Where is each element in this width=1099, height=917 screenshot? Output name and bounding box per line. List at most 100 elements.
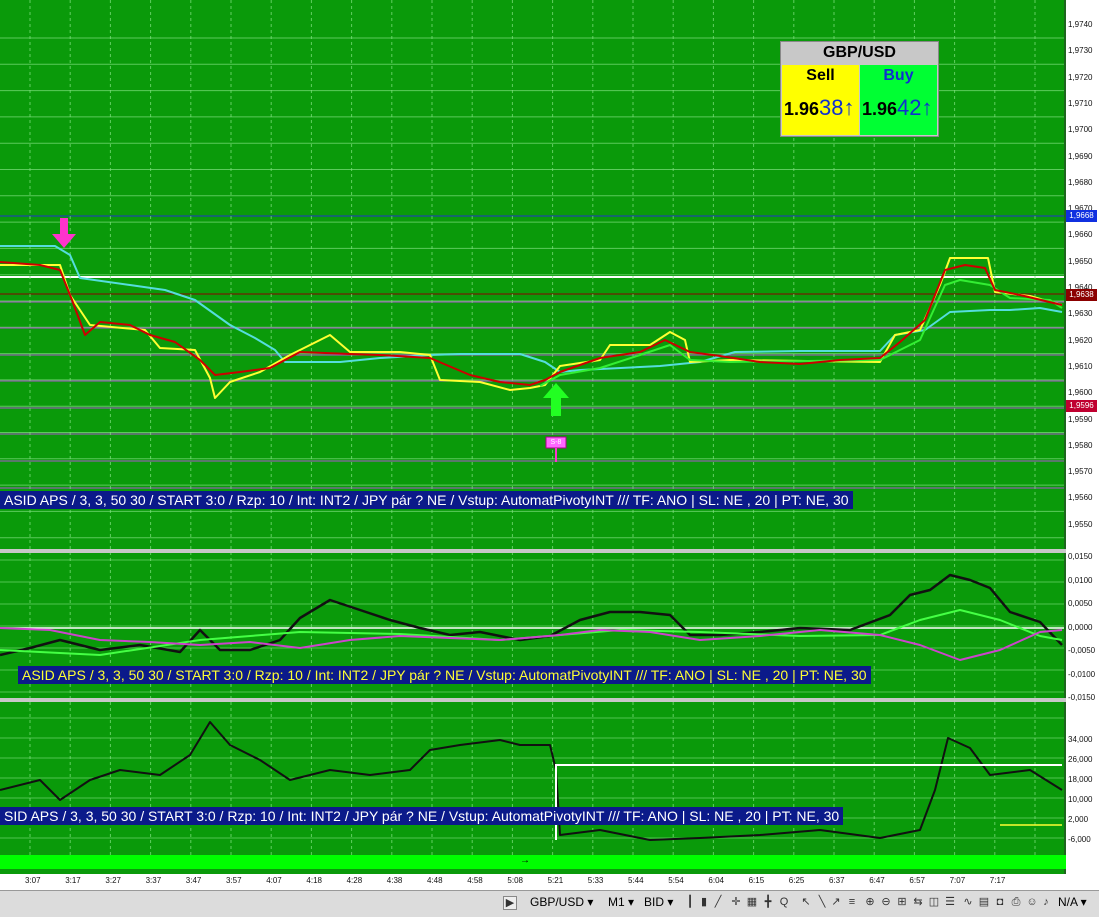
panel-separator xyxy=(0,698,1066,702)
strategy-info-bar-oscillator: ASID APS / 3, 3, 50 30 / START 3:0 / Rzp… xyxy=(18,666,871,684)
oscillator-axis-tick: 0,0150 xyxy=(1068,552,1093,561)
time-axis-tick: 3:47 xyxy=(185,876,202,885)
time-axis-tick: 3:37 xyxy=(145,876,162,885)
sell-quote-button[interactable]: Sell 1.9638↑ xyxy=(782,65,859,135)
properties-icon[interactable]: ☰ xyxy=(944,896,956,908)
trendline-icon[interactable]: ╲ xyxy=(816,896,828,908)
price-axis-tick: 1,9660 xyxy=(1068,230,1093,240)
zoom-tool-icon[interactable]: Q xyxy=(778,896,790,908)
price-axis-tick: 1,9630 xyxy=(1068,309,1093,319)
volume-axis-tick: 2,000 xyxy=(1068,815,1089,824)
time-axis: 3:07 3:17 3:27 3:37 3:47 3:57 4:07 4:18 4:28 4:38… xyxy=(0,874,1099,890)
measure-icon[interactable]: ╋ xyxy=(762,896,774,908)
time-axis-tick: 4:18 xyxy=(306,876,322,885)
price-axis-tick: 1,9560 xyxy=(1068,493,1093,503)
oscillator-magenta-line xyxy=(0,627,1063,661)
timeframe-selector[interactable]: M1 ▾ xyxy=(608,895,634,909)
oscillator-axis-tick: -0,0150 xyxy=(1068,693,1096,702)
time-axis-tick: 5:44 xyxy=(628,876,644,885)
alert-icon[interactable]: ♪ xyxy=(1040,896,1052,908)
time-axis-tick: 6:57 xyxy=(909,876,925,885)
price-series xyxy=(0,245,1063,841)
price-axis-tick: 1,9590 xyxy=(1068,414,1093,424)
volume-axis-tick: 26,000 xyxy=(1068,755,1093,764)
candle-icon[interactable]: ┃ xyxy=(684,896,696,908)
time-axis-tick: 4:58 xyxy=(467,876,483,885)
price-axis-tick: 1,9610 xyxy=(1068,361,1093,371)
price-axis-tick: 1,9710 xyxy=(1068,98,1093,108)
period-icon[interactable]: ◫ xyxy=(928,896,940,908)
indicator-icon[interactable]: ∿ xyxy=(962,896,974,908)
bottom-indicator-strip: → xyxy=(0,855,1066,869)
price-axis-tick: 1,9720 xyxy=(1068,72,1093,82)
time-axis-tick: 6:37 xyxy=(829,876,845,885)
volume-white-step-line xyxy=(555,764,1062,840)
price-axis-tick: 1,9680 xyxy=(1068,177,1093,187)
ray-icon[interactable]: ↗ xyxy=(830,896,842,908)
buy-signal-arrow-icon xyxy=(543,383,569,416)
buy-up-arrow-icon: ↑ xyxy=(921,95,933,120)
price-axis-tick: 1,9550 xyxy=(1068,519,1093,529)
time-axis-tick: 5:33 xyxy=(587,876,604,885)
time-axis-tick: 6:47 xyxy=(869,876,885,885)
oscillator-axis-tick: -0,0100 xyxy=(1068,669,1096,679)
time-axis-tick: 5:08 xyxy=(507,876,523,885)
pointer-icon[interactable]: ↖ xyxy=(800,896,812,908)
time-axis-tick: 4:07 xyxy=(266,876,282,885)
bar-chart-icon[interactable]: ▮ xyxy=(698,896,710,908)
template-icon[interactable]: ▤ xyxy=(978,896,990,908)
chart-toolbar: ▶ GBP/USD ▾ M1 ▾ BID ▾ ┃ ▮ ╱ ✛ ▦ ╋ Q ↖ ╲… xyxy=(0,890,1099,917)
price-axis-tick: 1,9650 xyxy=(1068,256,1093,266)
price-axis-tick: 1,9570 xyxy=(1068,467,1093,477)
oscillator-axis-tick: 0,0100 xyxy=(1068,575,1093,585)
time-axis-tick: 5:54 xyxy=(668,876,684,885)
price-tag-current: 1,9638 xyxy=(1066,289,1097,301)
time-axis-tick: 6:15 xyxy=(748,876,765,885)
time-axis-tick: 3:17 xyxy=(65,876,81,885)
time-axis-tick: 3:57 xyxy=(226,876,242,885)
time-axis-tick: 4:38 xyxy=(386,876,403,885)
time-axis-tick: 3:07 xyxy=(25,876,41,885)
signal-marker-label: S-8 xyxy=(550,439,562,446)
price-axis-tick: 1,9690 xyxy=(1068,151,1093,161)
buy-label: Buy xyxy=(883,67,914,84)
time-axis-tick: 6:25 xyxy=(788,876,805,885)
time-axis-tick: 4:48 xyxy=(427,876,443,885)
channel-icon[interactable]: ≡ xyxy=(846,896,858,908)
scroll-indicator-icon: → xyxy=(520,855,530,866)
screenshot-icon[interactable]: ◘ xyxy=(994,896,1006,908)
oscillator-axis-tick: 0,0050 xyxy=(1068,599,1093,608)
buy-price: 1.9642↑ xyxy=(862,95,933,120)
scroll-right-button[interactable]: ▶ xyxy=(503,896,517,910)
volume-axis-tick: 18,000 xyxy=(1068,775,1093,784)
crosshair-icon[interactable]: ✛ xyxy=(730,896,742,908)
volume-axis-tick: 34,000 xyxy=(1068,735,1093,744)
expert-icon[interactable]: ☺ xyxy=(1026,896,1038,908)
shift-icon[interactable]: ⇆ xyxy=(912,896,924,908)
grid-icon[interactable]: ▦ xyxy=(746,896,758,908)
price-line xyxy=(0,261,1063,386)
strategy-info-bar-volume: SID APS / 3, 3, 50 30 / START 3:0 / Rzp:… xyxy=(0,807,844,825)
price-axis-tick: 1,9700 xyxy=(1068,125,1093,135)
sell-up-arrow-icon: ↑ xyxy=(843,95,855,120)
time-axis-tick: 7:07 xyxy=(949,876,966,885)
na-selector[interactable]: N/A ▾ xyxy=(1058,895,1087,909)
quote-symbol: GBP/USD xyxy=(823,44,896,61)
line-chart-icon[interactable]: ╱ xyxy=(712,896,724,908)
time-axis-tick: 5:21 xyxy=(547,876,564,885)
zoom-in-icon[interactable]: ⊕ xyxy=(864,896,876,908)
strategy-info-bar-main: ASID APS / 3, 3, 50 30 / START 3:0 / Rzp… xyxy=(0,491,853,509)
time-axis-tick: 3:27 xyxy=(105,876,121,885)
oscillator-axis-tick: -0,0050 xyxy=(1068,646,1096,655)
print-icon[interactable]: ⎙ xyxy=(1010,896,1022,908)
price-type-selector[interactable]: BID ▾ xyxy=(644,895,673,909)
symbol-selector[interactable]: GBP/USD ▾ xyxy=(530,895,593,909)
time-axis-tick: 6:04 xyxy=(708,876,724,885)
price-tag-low: 1,9596 xyxy=(1066,400,1097,412)
quote-widget: GBP/USD Sell 1.9638↑ Buy 1.9642↑ xyxy=(780,41,939,137)
fit-icon[interactable]: ⊞ xyxy=(896,896,908,908)
zoom-out-icon[interactable]: ⊖ xyxy=(880,896,892,908)
lower-band-line xyxy=(539,279,1063,387)
price-axis-tick: 1,9740 xyxy=(1068,20,1093,29)
buy-quote-button[interactable]: Buy 1.9642↑ xyxy=(860,65,937,135)
